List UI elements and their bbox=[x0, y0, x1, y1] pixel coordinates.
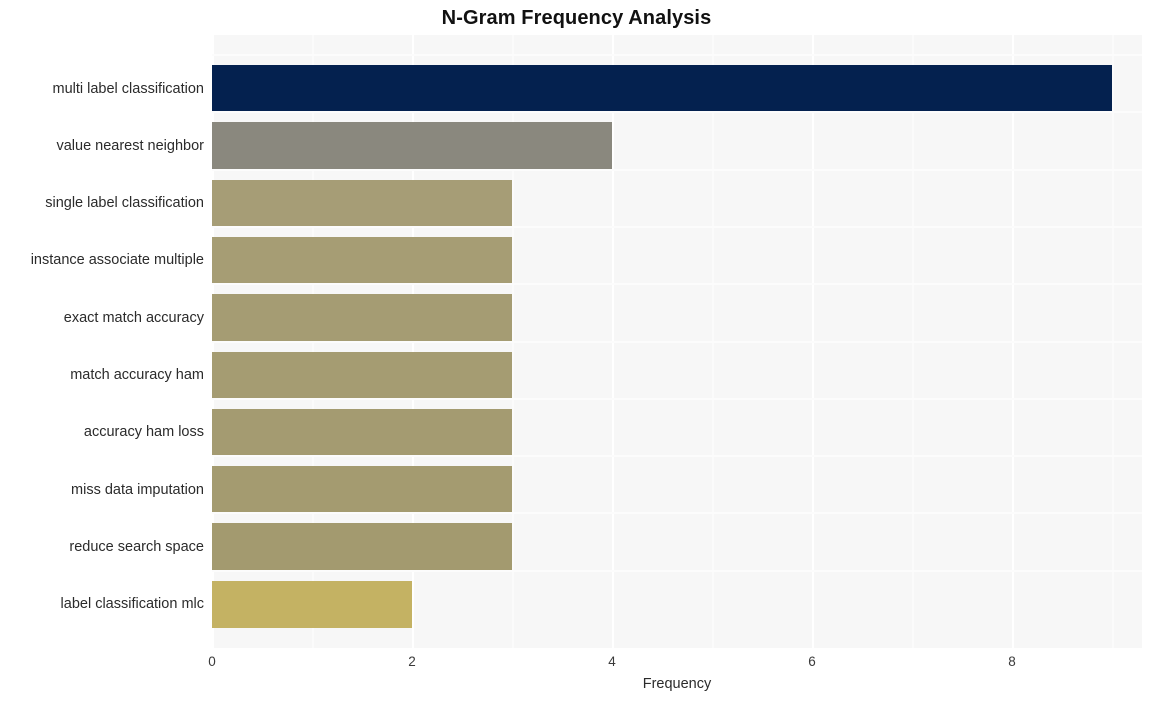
y-gridline bbox=[212, 512, 1142, 515]
bar bbox=[212, 179, 512, 227]
x-tick-label: 0 bbox=[208, 654, 216, 669]
y-gridline bbox=[212, 111, 1142, 114]
y-gridline bbox=[212, 225, 1142, 228]
y-axis-category-labels: multi label classification value nearest … bbox=[0, 35, 204, 648]
page-title: N-Gram Frequency Analysis bbox=[441, 7, 712, 29]
x-tick-label: 4 bbox=[608, 654, 616, 669]
bar bbox=[212, 294, 512, 342]
y-gridline bbox=[212, 340, 1142, 343]
x-tick-label: 8 bbox=[1008, 654, 1016, 669]
y-tick-label: miss data imputation bbox=[71, 481, 204, 498]
bar bbox=[212, 466, 512, 514]
bar bbox=[212, 65, 1112, 112]
bar bbox=[212, 236, 512, 284]
x-tick-label: 2 bbox=[408, 654, 416, 669]
y-tick-label: match accuracy ham bbox=[70, 367, 204, 383]
y-tick-label: value nearest neighbor bbox=[56, 137, 204, 154]
y-gridline bbox=[212, 569, 1142, 572]
bar bbox=[212, 580, 412, 628]
y-tick-label: instance associate multiple bbox=[30, 252, 204, 269]
x-axis-title: Frequency bbox=[642, 676, 712, 692]
bar bbox=[212, 351, 512, 399]
y-tick-label: accuracy ham loss bbox=[83, 424, 204, 441]
bar bbox=[212, 408, 512, 456]
y-tick-label: label classification mlc bbox=[60, 596, 204, 613]
y-gridline bbox=[212, 54, 1142, 56]
y-gridline bbox=[212, 283, 1142, 286]
x-axis: Frequency 0 2 4 6 8 bbox=[0, 648, 1153, 701]
bar bbox=[212, 523, 512, 571]
y-gridline bbox=[212, 168, 1142, 171]
ngram-frequency-chart: N-Gram Frequency Analysis multi label cl… bbox=[0, 0, 1153, 701]
plot-area bbox=[212, 35, 1142, 648]
y-tick-label: exact match accuracy bbox=[63, 309, 204, 326]
y-tick-label: multi label classification bbox=[52, 80, 204, 97]
x-tick-label: 6 bbox=[808, 654, 816, 669]
y-tick-label: single label classification bbox=[45, 195, 204, 212]
y-tick-label: reduce search space bbox=[69, 538, 204, 555]
y-gridline bbox=[212, 397, 1142, 400]
bar bbox=[212, 122, 612, 170]
y-gridline bbox=[212, 455, 1142, 458]
